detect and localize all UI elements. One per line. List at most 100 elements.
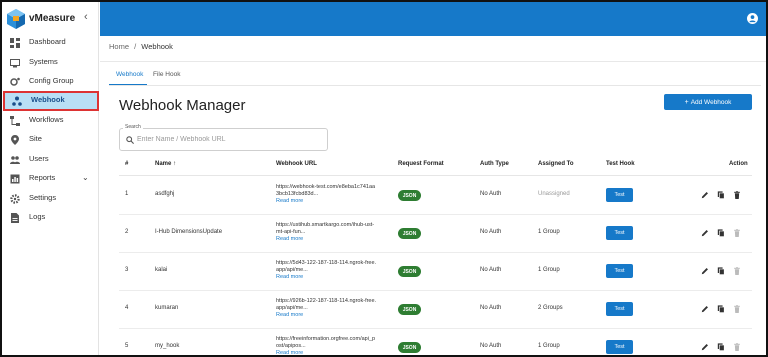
webhook-url: https://926b-122-187-118-114.ngrok-free.… [276, 298, 388, 319]
sidebar-item-label: Dashboard [29, 37, 66, 46]
assigned-to: Unassigned [538, 191, 570, 197]
url-line: app/api/me... [276, 267, 308, 273]
test-hook-button[interactable]: Test [606, 302, 633, 316]
column-header-auth: Auth Type [480, 161, 509, 167]
auth-type: No Auth [480, 229, 502, 235]
edit-icon[interactable] [701, 343, 709, 351]
request-format-badge: JSON [398, 342, 421, 353]
config-group-icon [10, 77, 20, 86]
read-more-link[interactable]: Read more [276, 236, 388, 243]
delete-icon [734, 267, 740, 275]
sort-ascending-icon[interactable]: ↑ [173, 161, 176, 167]
table-row-divider [119, 290, 752, 291]
read-more-link[interactable]: Read more [276, 312, 388, 319]
sidebar-item-reports[interactable]: Reports ⌄ [2, 169, 99, 188]
chevron-down-icon[interactable]: ⌄ [82, 173, 89, 182]
sidebar-item-label: Reports [29, 173, 56, 182]
brand[interactable]: vMeasure ‹ [2, 2, 99, 36]
url-line: https://5d43-122-187-118-114.ngrok-free. [276, 260, 377, 266]
sidebar-item-workflows[interactable]: Workflows [2, 111, 99, 130]
sidebar-item-label: Users [29, 154, 49, 163]
sidebar-item-label: Systems [29, 57, 58, 66]
breadcrumb-home[interactable]: Home [109, 42, 129, 51]
copy-icon[interactable] [717, 267, 725, 275]
sidebar-item-site[interactable]: Site [2, 130, 99, 149]
column-header-name[interactable]: Name ↑ [155, 161, 176, 167]
table-row-divider [119, 214, 752, 215]
edit-icon[interactable] [701, 191, 709, 199]
app-window: vMeasure ‹ Dashboard Systems Config Grou… [0, 0, 768, 357]
sidebar-item-dashboard[interactable]: Dashboard [2, 33, 99, 52]
test-hook-button[interactable]: Test [606, 340, 633, 354]
delete-icon[interactable] [733, 191, 741, 199]
breadcrumb-separator: / [134, 42, 137, 51]
top-bar [100, 2, 766, 36]
sidebar-item-label: Site [29, 134, 42, 143]
webhook-url: https://freeinformation.orgfree.com/api_… [276, 336, 388, 355]
edit-icon[interactable] [701, 267, 709, 275]
column-header-format: Request Format [398, 161, 444, 167]
test-hook-button[interactable]: Test [606, 264, 633, 278]
column-header-num: # [125, 161, 129, 167]
users-icon [10, 156, 20, 164]
read-more-link[interactable]: Read more [276, 198, 388, 205]
url-line: https://ustihub.smartkargo.com/ihub-ust- [276, 222, 375, 228]
tab-webhook[interactable]: Webhook [116, 71, 143, 78]
search-input[interactable] [137, 134, 317, 144]
webhook-icon [12, 96, 22, 106]
breadcrumb-current: Webhook [141, 42, 173, 51]
sidebar-item-label: Settings [29, 193, 57, 202]
collapse-sidebar-icon[interactable]: ‹ [84, 11, 88, 23]
webhook-url: https://5d43-122-187-118-114.ngrok-free.… [276, 260, 388, 281]
copy-icon[interactable] [717, 229, 725, 237]
table-row-divider [119, 328, 752, 329]
copy-icon[interactable] [717, 343, 725, 351]
copy-icon[interactable] [717, 191, 725, 199]
breadcrumb: Home / Webhook [109, 42, 173, 51]
logs-icon [11, 213, 19, 223]
account-icon[interactable] [747, 13, 758, 24]
tab-file-hook[interactable]: File Hook [153, 71, 180, 78]
sidebar-item-webhook[interactable]: Webhook [3, 91, 99, 111]
read-more-link[interactable]: Read more [276, 274, 388, 281]
sidebar-item-label: Config Group [29, 76, 74, 85]
request-format-badge: JSON [398, 304, 421, 315]
delete-icon [734, 343, 740, 351]
test-hook-button[interactable]: Test [606, 226, 633, 240]
add-webhook-button[interactable]: + Add Webhook [664, 94, 752, 110]
request-format-badge: JSON [398, 190, 421, 201]
webhook-url: https://webhook-test.com/e8eba1c741aa 3bc… [276, 184, 388, 205]
plus-icon: + [684, 98, 689, 106]
webhook-url: https://ustihub.smartkargo.com/ihub-ust-… [276, 222, 388, 243]
sidebar-item-settings[interactable]: Settings [2, 189, 99, 208]
site-icon [11, 135, 19, 145]
url-line: mt-api-fun... [276, 229, 306, 235]
page-title: Webhook Manager [119, 97, 246, 114]
auth-type: No Auth [480, 191, 502, 197]
read-more-link[interactable]: Read more [276, 350, 388, 355]
copy-icon[interactable] [717, 305, 725, 313]
assigned-to: 1 Group [538, 343, 560, 349]
sidebar-item-label: Webhook [31, 95, 65, 104]
sidebar-item-config-group[interactable]: Config Group [2, 72, 99, 91]
request-format-badge: JSON [398, 228, 421, 239]
edit-icon[interactable] [701, 229, 709, 237]
webhook-name: asdfghj [155, 191, 175, 197]
edit-icon[interactable] [701, 305, 709, 313]
sidebar-item-users[interactable]: Users [2, 150, 99, 169]
sidebar-item-logs[interactable]: Logs [2, 208, 99, 227]
sidebar: vMeasure ‹ Dashboard Systems Config Grou… [2, 2, 99, 355]
row-number: 1 [125, 191, 129, 197]
url-line: ost/apipos... [276, 343, 306, 349]
table-header-divider [119, 175, 752, 176]
test-hook-button[interactable]: Test [606, 188, 633, 202]
webhook-name: kalai [155, 267, 168, 273]
url-line: https://webhook-test.com/e8eba1c741aa [276, 184, 376, 190]
column-header-test: Test Hook [606, 161, 635, 167]
search-icon [126, 136, 134, 144]
row-number: 3 [125, 267, 129, 273]
webhook-name: my_hook [155, 343, 180, 349]
sidebar-item-systems[interactable]: Systems [2, 53, 99, 72]
url-line: https://926b-122-187-118-114.ngrok-free. [276, 298, 377, 304]
url-line: https://freeinformation.orgfree.com/api_… [276, 336, 376, 342]
